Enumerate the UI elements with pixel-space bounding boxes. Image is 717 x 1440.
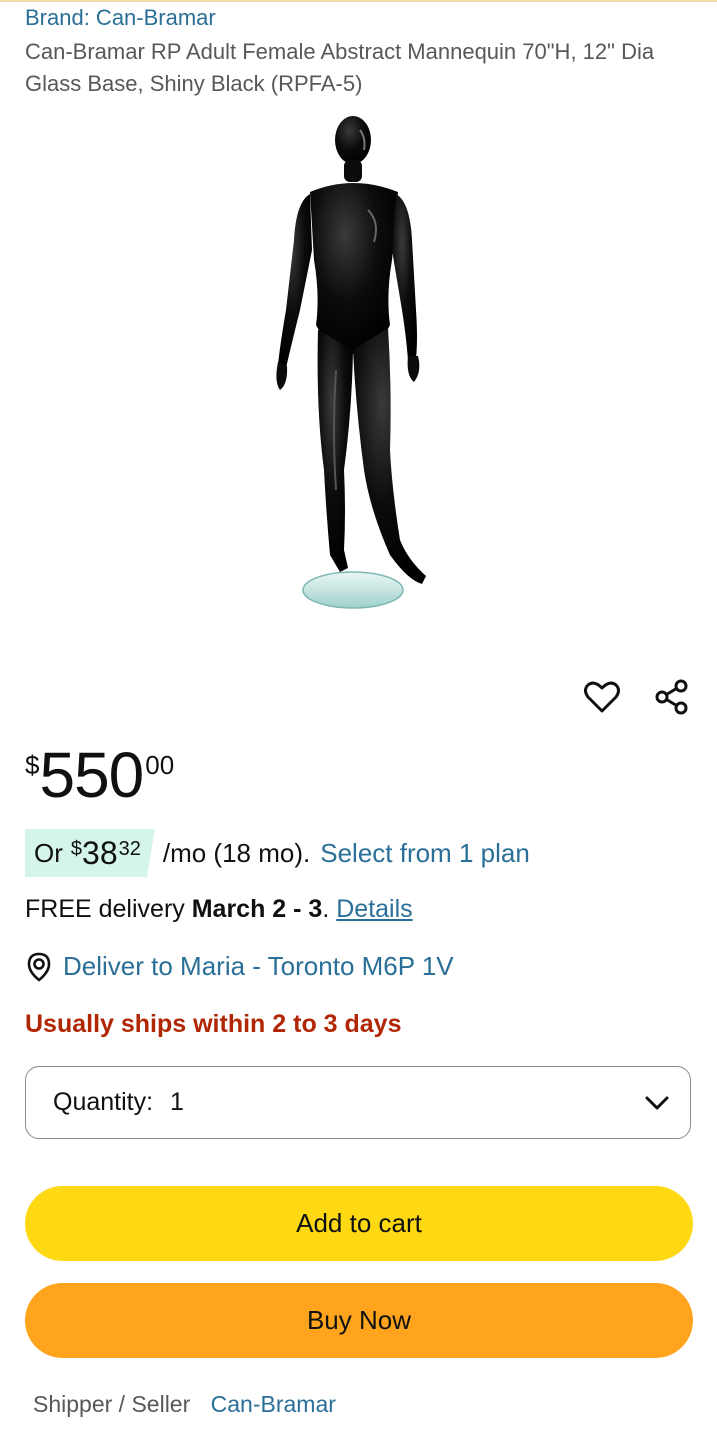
delivery-info: FREE delivery March 2 - 3. Details bbox=[25, 895, 413, 924]
quantity-label: Quantity: bbox=[53, 1088, 154, 1116]
availability-status: Usually ships within 2 to 3 days bbox=[25, 1010, 402, 1038]
deliver-to-location[interactable]: Deliver to Maria - Toronto M6P 1V bbox=[25, 951, 454, 982]
seller-label: Shipper / Seller bbox=[33, 1391, 191, 1417]
price-currency: $ bbox=[25, 750, 40, 780]
share-icon bbox=[655, 679, 688, 715]
deliver-to-text: Deliver to Maria - Toronto M6P 1V bbox=[63, 951, 454, 981]
buy-now-button[interactable]: Buy Now bbox=[25, 1283, 693, 1358]
heart-icon bbox=[584, 681, 620, 713]
installment-offer: Or $ 38 32 /mo (18 mo). Select from 1 pl… bbox=[25, 829, 530, 877]
installment-term: /mo (18 mo). bbox=[162, 837, 311, 868]
delivery-details-link[interactable]: Details bbox=[336, 895, 412, 923]
installment-whole: 38 bbox=[82, 834, 118, 871]
delivery-prefix: FREE delivery bbox=[25, 895, 185, 923]
brand-link[interactable]: Brand: Can-Bramar bbox=[25, 5, 216, 31]
shipper-seller: Shipper / Seller Can-Bramar bbox=[33, 1391, 336, 1418]
wishlist-button[interactable] bbox=[580, 675, 624, 719]
installment-fraction: 32 bbox=[118, 838, 141, 860]
chevron-down-icon bbox=[645, 1096, 669, 1109]
delivery-suffix: . bbox=[322, 895, 330, 923]
product-page: Brand: Can-Bramar Can-Bramar RP Adult Fe… bbox=[0, 0, 717, 1440]
price-fraction: 00 bbox=[145, 750, 175, 780]
share-button[interactable] bbox=[650, 675, 694, 719]
price: $ 550 00 bbox=[25, 740, 174, 810]
installment-prefix: Or bbox=[34, 837, 63, 868]
mannequin-image[interactable] bbox=[240, 110, 470, 615]
installment-badge: Or $ 38 32 bbox=[25, 829, 155, 877]
product-title: Can-Bramar RP Adult Female Abstract Mann… bbox=[25, 39, 655, 96]
quantity-select[interactable]: Quantity: 1 bbox=[25, 1066, 691, 1139]
select-plan-link[interactable]: Select from 1 plan bbox=[320, 838, 530, 869]
location-pin-icon bbox=[27, 952, 51, 982]
top-divider bbox=[0, 0, 717, 2]
price-whole: 550 bbox=[39, 739, 144, 811]
quantity-value: 1 bbox=[170, 1088, 184, 1116]
installment-currency: $ bbox=[70, 838, 83, 860]
delivery-dates: March 2 - 3 bbox=[191, 895, 323, 923]
add-to-cart-button[interactable]: Add to cart bbox=[25, 1186, 693, 1261]
seller-name-link[interactable]: Can-Bramar bbox=[211, 1391, 336, 1417]
